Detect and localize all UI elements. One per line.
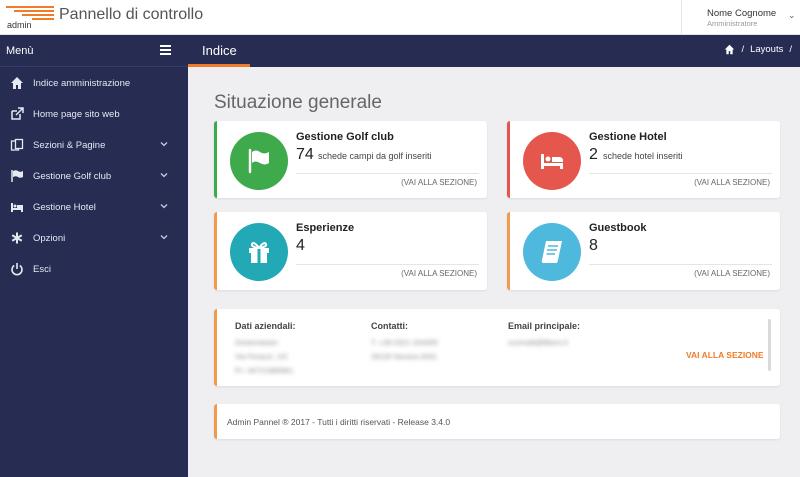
sidebar-item-indice[interactable]: Indice amministrazione [0, 72, 188, 96]
sidebar-item-label: Home page sito web [33, 109, 120, 120]
card-description: schede campi da golf inseriti [318, 151, 432, 161]
sidebar-item-esci[interactable]: Esci [0, 258, 188, 282]
sidebar-item-opzioni[interactable]: Opzioni [0, 227, 188, 251]
company-line: Dreamsteam [235, 338, 278, 347]
contacts-line: 28100 Novara (NO) [371, 352, 437, 361]
sidebar-item-sezioni[interactable]: Sezioni & Pagine [0, 134, 188, 158]
card-count: 74 [296, 146, 314, 163]
bed-icon [541, 154, 563, 169]
footer-text: Admin Pannel ® 2017 - Tutti i diritti ri… [227, 417, 451, 427]
info-section-link[interactable]: VAI ALLA SEZIONE [686, 350, 764, 360]
card-icon-circle [230, 223, 288, 281]
user-menu[interactable]: Nome Cognome Amministratore ⌄ [681, 0, 800, 35]
page-header: Indice / Layouts / [188, 35, 800, 67]
gift-icon [249, 242, 269, 263]
contacts-column: Contatti: T. +39 0321 204309 28100 Novar… [371, 321, 438, 364]
chevron-down-icon [160, 204, 168, 209]
admin-logo[interactable]: admin [6, 4, 54, 30]
sidebar-item-label: Opzioni [33, 233, 66, 244]
chevron-down-icon [160, 235, 168, 240]
card-divider [589, 264, 772, 265]
asterisk-icon [11, 232, 23, 244]
book-icon [541, 241, 562, 263]
sidebar-item-hotel[interactable]: Gestione Hotel [0, 196, 188, 220]
email-line: scomatti@libero.it [508, 338, 568, 347]
top-bar: admin Pannello di controllo Nome Cognome… [0, 0, 800, 35]
card-link[interactable]: (VAI ALLA SEZIONE) [401, 269, 477, 278]
breadcrumb-item-layouts[interactable]: Layouts [750, 44, 783, 55]
card-icon-circle [523, 223, 581, 281]
chevron-down-icon [160, 173, 168, 178]
company-line: P.I. 04721986961 [235, 366, 294, 375]
card-count: 4 [296, 237, 305, 254]
card-title: Gestione Hotel [589, 131, 667, 143]
logo-text: admin [7, 20, 32, 30]
card-link[interactable]: (VAI ALLA SEZIONE) [401, 178, 477, 187]
company-label: Dati aziendali: [235, 321, 296, 331]
chevron-down-icon: ⌄ [788, 10, 796, 20]
card-description: schede hotel inseriti [603, 151, 683, 161]
external-link-icon [11, 107, 24, 120]
menu-label: Menù [6, 45, 34, 57]
email-column: Email principale: scomatti@libero.it [508, 321, 580, 350]
card-divider [296, 264, 479, 265]
company-info-card: Dati aziendali: Dreamsteam Via Ferazzi, … [214, 309, 780, 386]
breadcrumb-separator: / [789, 44, 792, 55]
card-link[interactable]: (VAI ALLA SEZIONE) [694, 178, 770, 187]
card-count: 8 [589, 237, 598, 254]
sidebar: Menù Indice amministrazione Home page si… [0, 35, 188, 477]
card-title: Guestbook [589, 222, 647, 234]
card-divider [296, 173, 479, 174]
card-hotel[interactable]: Gestione Hotel 2 schede hotel inseriti (… [507, 121, 780, 198]
sidebar-header: Menù [0, 35, 188, 67]
contacts-line: T. +39 0321 204309 [371, 338, 438, 347]
user-role: Amministratore [707, 19, 758, 28]
home-icon[interactable] [724, 44, 735, 55]
footer: Admin Pannel ® 2017 - Tutti i diritti ri… [214, 404, 780, 439]
company-line: Via Ferazzi, 1/C [235, 352, 289, 361]
email-label: Email principale: [508, 321, 581, 331]
card-title: Gestione Golf club [296, 131, 394, 143]
scrollbar[interactable] [768, 319, 771, 371]
user-name: Nome Cognome [707, 8, 777, 19]
card-icon-circle [523, 132, 581, 190]
breadcrumb: / Layouts / [724, 44, 792, 55]
pages-icon [10, 138, 24, 151]
card-guestbook[interactable]: Guestbook 8 (VAI ALLA SEZIONE) [507, 212, 780, 290]
bed-icon [11, 203, 23, 212]
chevron-down-icon [160, 142, 168, 147]
sidebar-item-homepage[interactable]: Home page sito web [0, 103, 188, 127]
page-title-tab: Indice [188, 35, 250, 67]
contacts-label: Contatti: [371, 321, 408, 331]
sidebar-item-label: Esci [33, 264, 51, 275]
card-count: 2 [589, 146, 598, 163]
sidebar-item-label: Gestione Golf club [33, 171, 112, 182]
sidebar-item-label: Sezioni & Pagine [33, 140, 106, 151]
page-title: Indice [202, 43, 237, 58]
breadcrumb-separator: / [741, 44, 745, 55]
sidebar-item-label: Gestione Hotel [33, 202, 96, 213]
power-icon [11, 263, 23, 276]
sidebar-item-label: Indice amministrazione [33, 78, 131, 89]
card-esperienze[interactable]: Esperienze 4 (VAI ALLA SEZIONE) [214, 212, 487, 290]
card-divider [589, 173, 772, 174]
company-column: Dati aziendali: Dreamsteam Via Ferazzi, … [235, 321, 296, 378]
card-golf[interactable]: Gestione Golf club 74 schede campi da go… [214, 121, 487, 198]
app-title: Pannello di controllo [59, 6, 204, 23]
section-title: Situazione generale [214, 92, 382, 113]
home-icon [11, 77, 23, 89]
flag-icon [248, 148, 269, 174]
card-link[interactable]: (VAI ALLA SEZIONE) [694, 269, 770, 278]
flag-icon [11, 170, 23, 182]
card-title: Esperienze [296, 222, 355, 234]
sidebar-item-golf[interactable]: Gestione Golf club [0, 165, 188, 189]
card-icon-circle [230, 132, 288, 190]
hamburger-icon[interactable] [160, 45, 171, 55]
